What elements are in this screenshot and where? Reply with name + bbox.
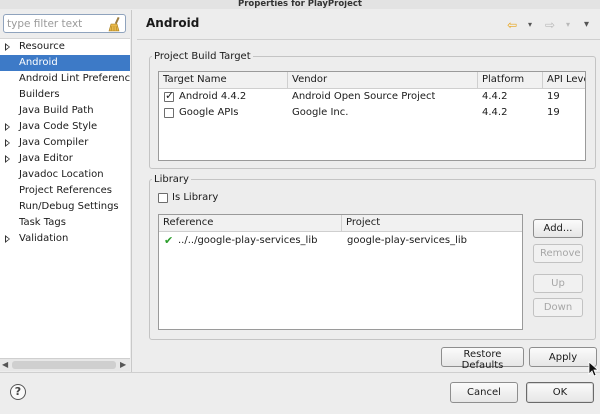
target-vendor: Android Open Source Project [292, 91, 436, 102]
target-api-level: 19 [547, 91, 560, 102]
forward-menu-icon[interactable]: ▾ [566, 18, 570, 32]
build-target-legend: Project Build Target [154, 51, 251, 62]
window-title: Properties for PlayProject [0, 0, 600, 9]
expand-icon[interactable] [5, 123, 10, 131]
column-api-level[interactable]: API Level [543, 72, 585, 88]
library-legend: Library [154, 174, 189, 185]
up-button[interactable]: Up [533, 274, 583, 293]
tree-item-resource[interactable]: Resource [0, 39, 130, 55]
back-arrow-icon[interactable]: ⇦ [507, 18, 517, 32]
target-platform: 4.4.2 [482, 91, 508, 102]
tree-item-builders[interactable]: Builders [0, 87, 130, 103]
column-project[interactable]: Project [342, 215, 522, 231]
forward-arrow-icon[interactable]: ⇨ [545, 18, 555, 32]
target-checkbox[interactable] [164, 108, 174, 118]
build-target-table[interactable]: Target Name Vendor Platform API Level ✓ … [158, 71, 586, 161]
ok-button[interactable]: OK [526, 382, 594, 403]
scroll-thumb[interactable] [12, 361, 116, 369]
tree-item-android-lint-preferences[interactable]: Android Lint Preferences [0, 71, 130, 87]
back-menu-icon[interactable]: ▾ [528, 18, 532, 32]
expand-icon[interactable] [5, 139, 10, 147]
help-icon[interactable]: ? [10, 384, 26, 400]
view-menu-icon[interactable]: ▾ [584, 18, 589, 32]
header-separator [137, 39, 600, 40]
tree-item-java-build-path[interactable]: Java Build Path [0, 103, 130, 119]
tree-item-project-references[interactable]: Project References [0, 183, 130, 199]
tree-item-java-compiler[interactable]: Java Compiler [0, 135, 130, 151]
remove-button[interactable]: Remove [533, 244, 583, 263]
target-name: Google APIs [179, 107, 239, 118]
filter-field[interactable] [3, 14, 126, 33]
cancel-button[interactable]: Cancel [450, 382, 518, 403]
library-reference: ../../google-play-services_lib [178, 235, 318, 246]
target-platform: 4.4.2 [482, 107, 508, 118]
target-api-level: 19 [547, 107, 560, 118]
target-checkbox[interactable]: ✓ [164, 89, 175, 102]
tree-item-javadoc-location[interactable]: Javadoc Location [0, 167, 130, 183]
expand-icon[interactable] [5, 235, 10, 243]
tree-item-android[interactable]: Android [0, 55, 130, 71]
tree-item-validation[interactable]: Validation [0, 231, 130, 247]
table-header: Reference Project [159, 215, 522, 232]
check-icon: ✓ [165, 89, 175, 102]
filter-input[interactable] [7, 16, 107, 31]
column-target-name[interactable]: Target Name [159, 72, 288, 88]
ok-check-icon: ✔ [164, 234, 174, 247]
library-table[interactable]: Reference Project ✔ ../../google-play-se… [158, 214, 523, 330]
down-button[interactable]: Down [533, 298, 583, 317]
scroll-left-icon[interactable]: ◀ [2, 361, 11, 369]
is-library-checkbox[interactable] [158, 193, 168, 203]
expand-icon[interactable] [5, 155, 10, 163]
column-vendor[interactable]: Vendor [288, 72, 478, 88]
tree-horizontal-scrollbar[interactable]: ◀ ▶ [0, 358, 130, 371]
restore-defaults-button[interactable]: Restore Defaults [441, 347, 524, 371]
column-platform[interactable]: Platform [478, 72, 543, 88]
is-library-label[interactable]: Is Library [172, 190, 218, 206]
preference-tree[interactable]: Resource Android Android Lint Preference… [0, 38, 130, 359]
expand-icon[interactable] [5, 43, 10, 51]
footer-separator [0, 372, 600, 373]
target-vendor: Google Inc. [292, 107, 349, 118]
clear-filter-icon[interactable] [107, 16, 123, 32]
page-title: Android [146, 16, 200, 30]
mouse-pointer-icon [588, 361, 598, 377]
tree-item-run-debug-settings[interactable]: Run/Debug Settings [0, 199, 130, 215]
tree-item-java-code-style[interactable]: Java Code Style [0, 119, 130, 135]
library-project: google-play-services_lib [347, 235, 468, 246]
table-header: Target Name Vendor Platform API Level [159, 72, 585, 89]
target-name: Android 4.4.2 [179, 91, 247, 102]
column-reference[interactable]: Reference [159, 215, 342, 231]
apply-button[interactable]: Apply [529, 347, 597, 367]
tree-item-task-tags[interactable]: Task Tags [0, 215, 130, 231]
pane-divider[interactable] [131, 10, 132, 372]
add-button[interactable]: Add... [533, 219, 583, 238]
scroll-right-icon[interactable]: ▶ [120, 361, 129, 369]
tree-item-java-editor[interactable]: Java Editor [0, 151, 130, 167]
